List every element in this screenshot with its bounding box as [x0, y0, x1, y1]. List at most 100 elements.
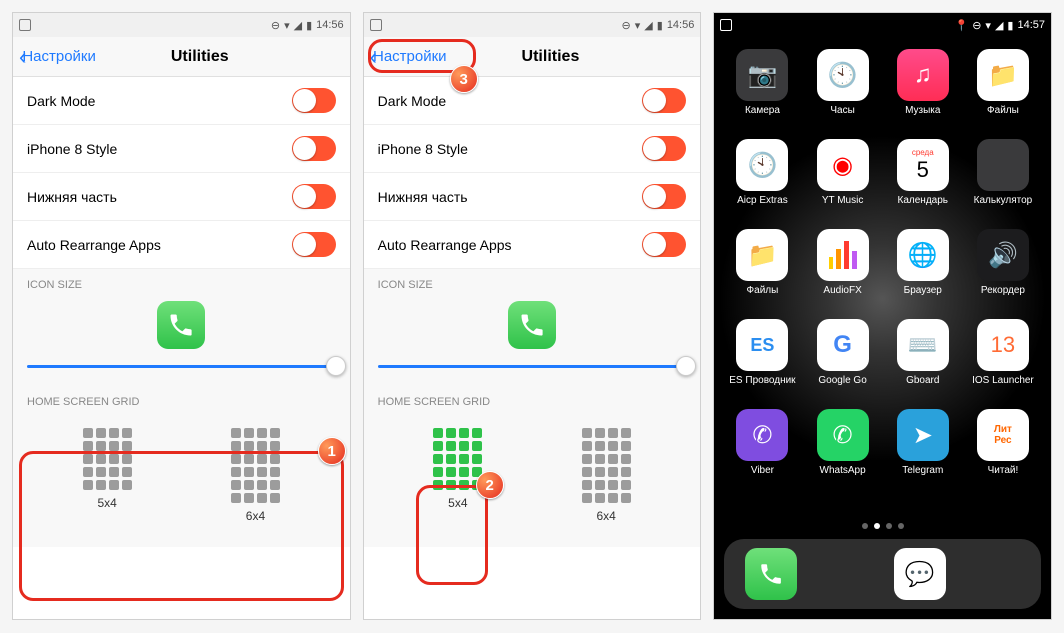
app-yt-music[interactable]: ◉YT Music [803, 135, 883, 225]
toggle-bottom[interactable] [292, 184, 336, 209]
picture-icon [19, 19, 31, 31]
app-browser[interactable]: 🌐Браузер [883, 225, 963, 315]
toggle-auto-rearrange[interactable] [292, 232, 336, 257]
grid-option-5x4[interactable]: 5x4 [83, 428, 132, 523]
app-clock[interactable]: 🕙Часы [803, 45, 883, 135]
toggle-iphone8-style[interactable] [292, 136, 336, 161]
grid-option-5x4[interactable]: 5x4 [433, 428, 482, 523]
grid-option-6x4[interactable]: 6x4 [231, 428, 280, 523]
row-label: Нижняя часть [27, 189, 117, 205]
icon-size-preview [364, 295, 701, 353]
app-recorder[interactable]: 🔊Рекордер [963, 225, 1043, 315]
toggle-iphone8-style[interactable] [642, 136, 686, 161]
app-google-go[interactable]: GGoogle Go [803, 315, 883, 405]
icon-size-slider[interactable] [13, 353, 350, 386]
phone-app-icon [157, 301, 205, 349]
clock-text: 14:57 [1017, 19, 1045, 31]
dnd-icon: ⊖ [622, 19, 631, 32]
row-bottom[interactable]: Нижняя часть [364, 173, 701, 221]
dnd-icon: ⊖ [972, 19, 981, 32]
icon-size-slider[interactable] [364, 353, 701, 386]
slider-thumb[interactable] [326, 356, 346, 376]
icon-size-preview [13, 295, 350, 353]
page-title: Utilities [56, 48, 344, 66]
row-dark-mode[interactable]: Dark Mode [13, 77, 350, 125]
app-telegram[interactable]: ➤Telegram [883, 405, 963, 495]
grid-option-label: 5x4 [97, 496, 116, 510]
row-dark-mode[interactable]: Dark Mode [364, 77, 701, 125]
app-calculator[interactable]: Калькулятор [963, 135, 1043, 225]
row-bottom[interactable]: Нижняя часть [13, 173, 350, 221]
section-icon-size: ICON SIZE [13, 269, 350, 295]
callout-badge-2: 2 [476, 471, 504, 499]
battery-icon: ▮ [657, 19, 663, 32]
row-auto-rearrange[interactable]: Auto Rearrange Apps [13, 221, 350, 269]
toggle-auto-rearrange[interactable] [642, 232, 686, 257]
app-music[interactable]: ♫Музыка [883, 45, 963, 135]
toggle-dark-mode[interactable] [642, 88, 686, 113]
grid-preview-icon [231, 428, 280, 503]
app-whatsapp[interactable]: ✆WhatsApp [803, 405, 883, 495]
picture-icon [720, 19, 732, 31]
row-label: Нижняя часть [378, 189, 468, 205]
toggle-dark-mode[interactable] [292, 88, 336, 113]
wifi-icon: ▾ [635, 19, 641, 32]
callout-badge-1: 1 [318, 437, 346, 465]
grid-options: 5x4 6x4 [13, 412, 350, 527]
dock: 💬 [724, 539, 1041, 609]
wifi-icon: ▾ [985, 19, 991, 32]
signal-icon: ◢ [995, 19, 1003, 32]
signal-icon: ◢ [644, 19, 652, 32]
row-label: Auto Rearrange Apps [378, 237, 512, 253]
status-bar: ⊖ ▾ ◢ ▮ 14:56 [364, 13, 701, 37]
grid-option-label: 6x4 [246, 509, 265, 523]
row-auto-rearrange[interactable]: Auto Rearrange Apps [364, 221, 701, 269]
status-bar: ⊖ ▾ ◢ ▮ 14:56 [13, 13, 350, 37]
app-viber[interactable]: ✆Viber [722, 405, 802, 495]
app-files[interactable]: 📁Файлы [963, 45, 1043, 135]
phone-screen-3-home: 📍 ⊖ ▾ ◢ ▮ 14:57 📷Камера 🕙Часы ♫Музыка 📁Ф… [713, 12, 1052, 620]
page-title: Utilities [407, 48, 695, 66]
app-calendar[interactable]: среда5Календарь [883, 135, 963, 225]
app-grid: 📷Камера 🕙Часы ♫Музыка 📁Файлы 🕙Aicp Extra… [714, 37, 1051, 519]
dock-phone[interactable] [745, 548, 797, 600]
grid-preview-icon [582, 428, 631, 503]
section-icon-size: ICON SIZE [364, 269, 701, 295]
row-iphone8-style[interactable]: iPhone 8 Style [13, 125, 350, 173]
home-screen: 📷Камера 🕙Часы ♫Музыка 📁Файлы 🕙Aicp Extra… [714, 37, 1051, 619]
row-label: Auto Rearrange Apps [27, 237, 161, 253]
grid-preview-icon [83, 428, 132, 490]
app-chitai[interactable]: ЛитРесЧитай! [963, 405, 1043, 495]
app-gboard[interactable]: ⌨️Gboard [883, 315, 963, 405]
location-icon: 📍 [955, 19, 969, 32]
signal-icon: ◢ [294, 19, 302, 32]
row-iphone8-style[interactable]: iPhone 8 Style [364, 125, 701, 173]
app-ios-launcher[interactable]: 13IOS Launcher [963, 315, 1043, 405]
battery-icon: ▮ [1007, 19, 1013, 32]
grid-option-label: 6x4 [596, 509, 615, 523]
grid-option-label: 5x4 [448, 496, 467, 510]
section-home-grid: HOME SCREEN GRID [364, 386, 701, 412]
grid-options: 5x4 6x4 [364, 412, 701, 527]
row-label: Dark Mode [378, 93, 446, 109]
phone-screen-2: ⊖ ▾ ◢ ▮ 14:56 ‹ Настройки Utilities Dark… [363, 12, 702, 620]
toggle-bottom[interactable] [642, 184, 686, 209]
app-files-2[interactable]: 📁Файлы [722, 225, 802, 315]
callout-badge-3: 3 [450, 65, 478, 93]
slider-thumb[interactable] [676, 356, 696, 376]
grid-option-6x4[interactable]: 6x4 [582, 428, 631, 523]
dnd-icon: ⊖ [271, 19, 280, 32]
nav-bar: ‹ Настройки Utilities [364, 37, 701, 77]
phone-screen-1: ⊖ ▾ ◢ ▮ 14:56 ‹ Настройки Utilities Dark… [12, 12, 351, 620]
app-camera[interactable]: 📷Камера [722, 45, 802, 135]
row-label: iPhone 8 Style [27, 141, 117, 157]
row-label: iPhone 8 Style [378, 141, 468, 157]
page-indicator [714, 519, 1051, 533]
app-audiofx[interactable]: AudioFX [803, 225, 883, 315]
app-es-explorer[interactable]: ESES Проводник [722, 315, 802, 405]
dock-messages[interactable]: 💬 [894, 548, 946, 600]
app-aicp-extras[interactable]: 🕙Aicp Extras [722, 135, 802, 225]
section-home-grid: HOME SCREEN GRID [13, 386, 350, 412]
row-label: Dark Mode [27, 93, 95, 109]
nav-bar: ‹ Настройки Utilities [13, 37, 350, 77]
